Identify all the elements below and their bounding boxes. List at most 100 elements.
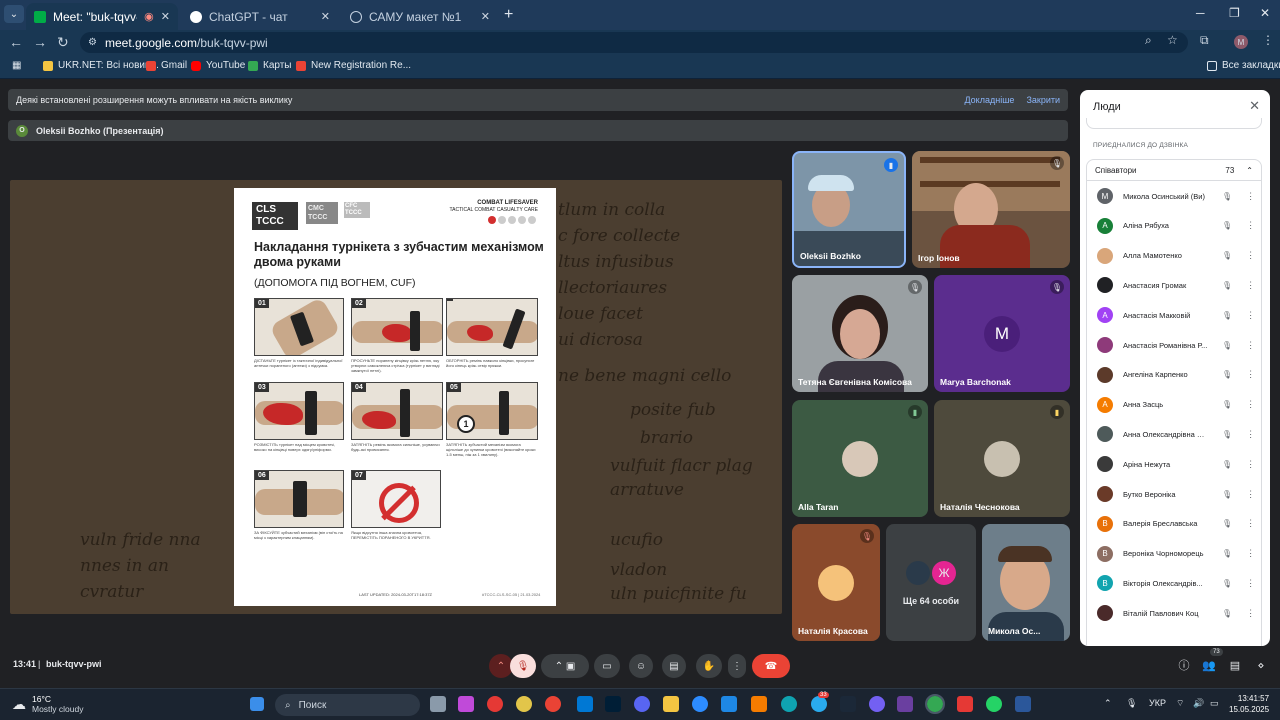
video-tile[interactable]: 🎙 Наталія Красова	[792, 524, 880, 641]
collaborators-group[interactable]: Співавтори 73 ⌃	[1086, 159, 1262, 181]
more-options-icon[interactable]: ⋮	[1246, 518, 1255, 529]
app-icon[interactable]	[721, 696, 737, 712]
more-options-icon[interactable]: ⋮	[1246, 489, 1255, 500]
site-info-icon[interactable]: ⚙	[88, 37, 97, 48]
taskbar-search[interactable]: ⌕ Поиск	[275, 694, 420, 716]
volume-icon[interactable]: 🔊	[1193, 698, 1204, 709]
forward-icon[interactable]: →	[33, 34, 47, 50]
emoji-button[interactable]: ☺	[629, 654, 653, 678]
start-icon[interactable]	[250, 697, 264, 711]
chevron-up-icon[interactable]: ⌃	[1104, 698, 1112, 709]
viber-icon[interactable]	[869, 696, 885, 712]
muted-mic-icon[interactable]: 🎙	[1222, 281, 1232, 290]
muted-mic-icon[interactable]: 🎙	[1222, 400, 1232, 409]
weather-widget[interactable]: ☁ 16°C Mostly cloudy	[12, 694, 84, 714]
activities-icon[interactable]: ⋄	[1250, 654, 1272, 676]
task-view-icon[interactable]	[430, 696, 446, 712]
bookmark-registration[interactable]: New Registration Re...	[296, 60, 411, 71]
more-options-icon[interactable]: ⋮	[1246, 608, 1255, 619]
app-icon[interactable]	[751, 696, 767, 712]
more-options-icon[interactable]: ⋮	[1246, 548, 1255, 559]
file-explorer-icon[interactable]	[663, 696, 679, 712]
muted-mic-icon[interactable]: 🎙	[1222, 311, 1232, 320]
more-options-icon[interactable]: ⋮	[1246, 459, 1255, 470]
reload-icon[interactable]: ↻	[57, 34, 69, 51]
muted-mic-icon[interactable]: 🎙	[1222, 370, 1232, 379]
raise-hand-button[interactable]: ✋	[696, 654, 722, 678]
bookmark-youtube[interactable]: YouTube	[191, 60, 245, 71]
participant-row[interactable]: Анастасія Романівна Р... 🎙 ⋮	[1087, 330, 1263, 360]
steam-icon[interactable]	[840, 696, 856, 712]
profile-avatar[interactable]: M	[1234, 35, 1248, 49]
more-options-icon[interactable]: ⋮	[1246, 340, 1255, 351]
menu-icon[interactable]: ⋮	[1262, 33, 1274, 47]
participant-row[interactable]: Віталій Павлович Коц 🎙 ⋮	[1087, 598, 1263, 628]
video-tile[interactable]: M 🎙 Marya Barchonak	[934, 275, 1070, 392]
tab-meet[interactable]: Meet: "buk-tqvv-pwi" ◉ ✕	[26, 3, 178, 30]
discord-icon[interactable]	[634, 696, 650, 712]
chat-icon[interactable]: ▤	[1224, 654, 1246, 676]
muted-mic-icon[interactable]: 🎙	[1222, 549, 1232, 558]
mic-toggle-button[interactable]: 🎙	[510, 654, 536, 678]
copilot-icon[interactable]	[458, 696, 474, 712]
more-options-icon[interactable]: ⋮	[1246, 220, 1255, 231]
app-icon[interactable]	[957, 696, 973, 712]
chrome-alt-icon[interactable]	[516, 696, 532, 712]
participant-row[interactable]: A Анастасія Макковій 🎙 ⋮	[1087, 300, 1263, 330]
participant-row[interactable]: A Аліна Рябуха 🎙 ⋮	[1087, 211, 1263, 241]
video-tile[interactable]: ▮ Наталія Чеснокова	[934, 400, 1070, 517]
bookmark-maps[interactable]: Карты	[248, 60, 292, 71]
close-window-icon[interactable]: ✕	[1260, 6, 1270, 20]
participant-row[interactable]: Анастасия Громак 🎙 ⋮	[1087, 270, 1263, 300]
back-icon[interactable]: ←	[9, 34, 23, 50]
tab-samu[interactable]: САМУ макет №1 ✕	[342, 3, 498, 30]
close-tab-icon[interactable]: ✕	[321, 10, 330, 23]
chrome-icon[interactable]	[925, 694, 945, 714]
more-options-icon[interactable]: ⋮	[1246, 399, 1255, 410]
muted-mic-icon[interactable]: 🎙	[1222, 460, 1232, 469]
close-tab-icon[interactable]: ✕	[161, 10, 170, 23]
participant-row[interactable]: B Вероніка Чорноморець 🎙 ⋮	[1087, 539, 1263, 569]
video-tile[interactable]: Микола Ос...	[982, 524, 1070, 641]
more-options-icon[interactable]: ⋮	[1246, 280, 1255, 291]
present-button[interactable]: ▭	[594, 654, 620, 678]
video-tile[interactable]: ▮ Oleksii Bozhko	[792, 151, 906, 268]
close-panel-icon[interactable]: ✕	[1249, 98, 1260, 114]
muted-mic-icon[interactable]: 🎙	[1222, 519, 1232, 528]
more-options-icon[interactable]: ⋮	[1246, 191, 1255, 202]
zoom-icon[interactable]: ⌕	[1145, 33, 1152, 48]
muted-mic-icon[interactable]: 🎙	[1222, 490, 1232, 499]
edge-icon[interactable]	[781, 696, 797, 712]
participant-row[interactable]: Алла Мамотенко 🎙 ⋮	[1087, 241, 1263, 271]
more-options-icon[interactable]: ⋮	[1246, 310, 1255, 321]
whatsapp-icon[interactable]	[986, 696, 1002, 712]
language-indicator[interactable]: УКР	[1149, 698, 1166, 708]
participant-row[interactable]: Анна Олександрівна С... 🎙 ⋮	[1087, 419, 1263, 449]
info-icon[interactable]: ⓘ	[1173, 654, 1195, 676]
participant-row[interactable]: Аріна Нежута 🎙 ⋮	[1087, 449, 1263, 479]
video-tile[interactable]: 🎙 Ігор Іонов	[912, 151, 1070, 268]
more-options-icon[interactable]: ⋮	[1246, 369, 1255, 380]
apps-icon[interactable]: ▦	[12, 60, 21, 71]
new-tab-button[interactable]: +	[504, 6, 513, 24]
address-bar[interactable]: ⚙ meet.google.com/buk-tqvv-pwi	[80, 32, 1188, 53]
opera-icon[interactable]	[545, 696, 561, 712]
restore-icon[interactable]: ❐	[1229, 6, 1240, 20]
app-icon[interactable]	[897, 696, 913, 712]
muted-mic-icon[interactable]: 🎙	[1222, 251, 1232, 260]
camera-toggle-button[interactable]: ⌃ ▣	[541, 654, 589, 678]
muted-mic-icon[interactable]: 🎙	[1222, 579, 1232, 588]
app-icon[interactable]	[487, 696, 503, 712]
bookmark-ukrnet[interactable]: UKR.NET: Всі новин...	[43, 60, 159, 71]
captions-button[interactable]: ▤	[662, 654, 686, 678]
participant-row[interactable]: B Вікторія Олександрів... 🎙 ⋮	[1087, 568, 1263, 598]
banner-details-link[interactable]: Докладніше	[964, 95, 1014, 105]
tab-search-button[interactable]: ⌄	[4, 5, 24, 23]
participant-row[interactable]: Ангеліна Карпенко 🎙 ⋮	[1087, 360, 1263, 390]
minimize-icon[interactable]: ─	[1196, 6, 1205, 20]
extensions-icon[interactable]: ⧉	[1200, 33, 1209, 48]
store-icon[interactable]	[577, 696, 593, 712]
video-tile[interactable]: 🎙 Тетяна Євгенівна Комісова	[792, 275, 928, 392]
photoshop-icon[interactable]	[605, 696, 621, 712]
participant-row[interactable]: Бутко Вероніка 🎙 ⋮	[1087, 479, 1263, 509]
